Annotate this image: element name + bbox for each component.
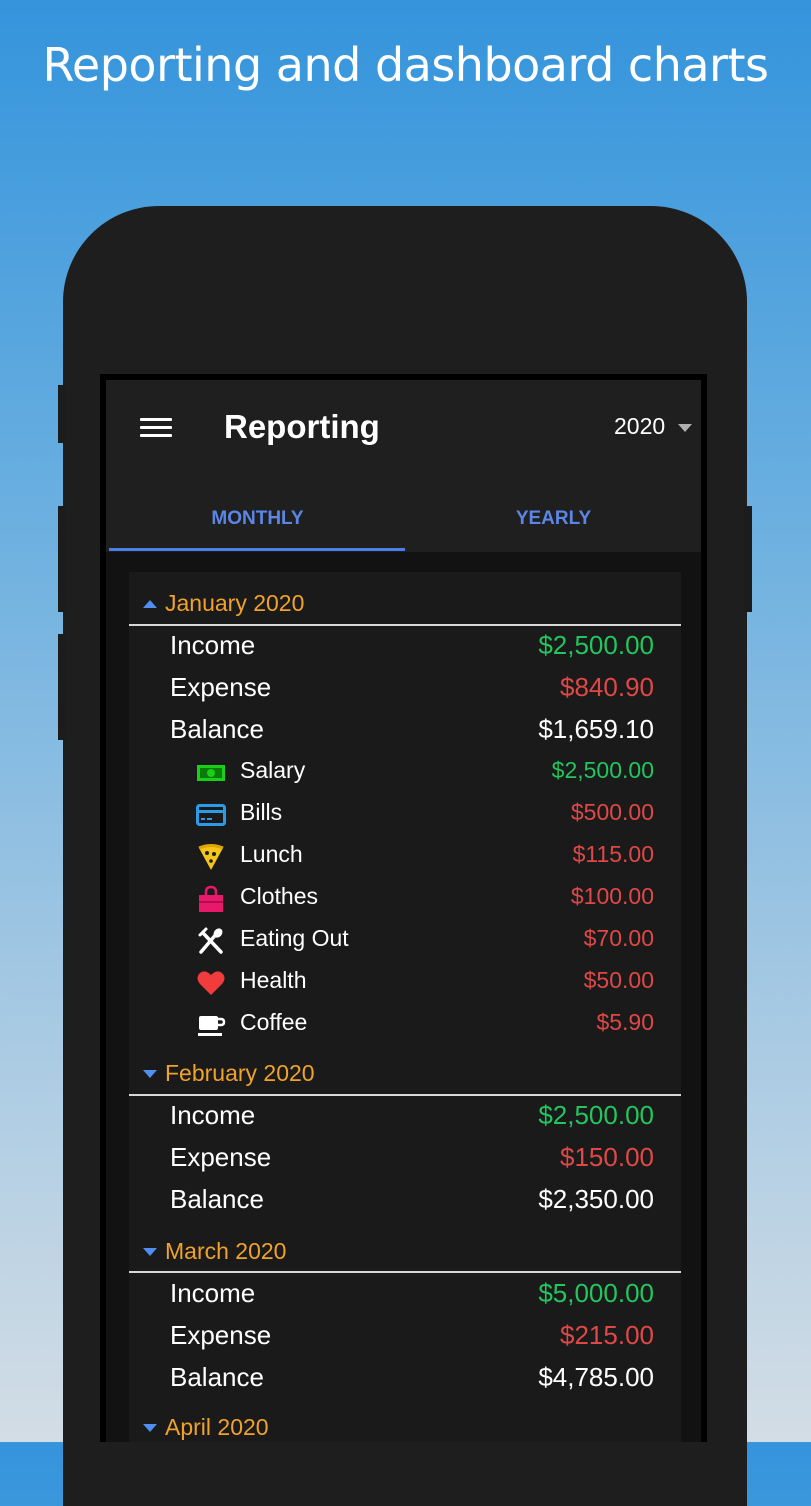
category-row-clothes[interactable]: Clothes $100.00	[129, 880, 681, 920]
phone-side-button-volume-down	[58, 634, 66, 740]
tab-monthly[interactable]: MONTHLY	[109, 508, 406, 530]
category-amount: $115.00	[572, 841, 654, 867]
promo-headline: Reporting and dashboard charts	[42, 38, 769, 92]
category-row-bills[interactable]: Bills $500.00	[129, 796, 681, 836]
phone-side-button-volume-up	[58, 506, 66, 612]
month-header-january[interactable]: January 2020	[129, 588, 681, 618]
phone-screen: Reporting 2020 MONTHLY YEARLY January 20…	[100, 374, 707, 1442]
income-value: $2,500.00	[538, 630, 654, 660]
month-label: February 2020	[165, 1060, 315, 1086]
expense-value: $150.00	[560, 1142, 654, 1172]
tab-yearly[interactable]: YEARLY	[405, 508, 701, 530]
category-label: Bills	[240, 799, 283, 825]
expense-row: Expense $840.90	[129, 670, 681, 710]
balance-value: $4,785.00	[538, 1362, 654, 1392]
category-label: Salary	[240, 757, 306, 783]
credit-card-icon	[196, 804, 226, 826]
expense-value: $840.90	[560, 672, 654, 702]
category-amount: $70.00	[583, 925, 654, 951]
category-amount: $500.00	[570, 799, 654, 825]
expand-triangle-icon[interactable]	[143, 1424, 157, 1432]
expand-triangle-icon[interactable]	[143, 1070, 157, 1078]
active-tab-indicator	[109, 548, 405, 551]
month-label: March 2020	[165, 1238, 287, 1264]
category-amount: $5.90	[596, 1009, 654, 1035]
balance-label: Balance	[170, 1184, 264, 1214]
income-value: $2,500.00	[538, 1100, 654, 1130]
app-screen: Reporting 2020 MONTHLY YEARLY January 20…	[106, 380, 701, 1442]
expense-label: Expense	[170, 1142, 272, 1172]
balance-row: Balance $4,785.00	[129, 1360, 681, 1400]
category-label: Eating Out	[240, 925, 349, 951]
phone-side-button-mute	[58, 385, 66, 443]
cash-icon	[197, 765, 225, 781]
category-label: Clothes	[240, 883, 318, 909]
balance-row: Balance $2,350.00	[129, 1182, 681, 1222]
month-label: April 2020	[165, 1414, 269, 1440]
divider	[129, 1094, 681, 1096]
income-row: Income $5,000.00	[129, 1276, 681, 1316]
income-row: Income $2,500.00	[129, 628, 681, 668]
heart-icon	[197, 971, 225, 995]
category-label: Lunch	[240, 841, 303, 867]
category-row-eating-out[interactable]: Eating Out $70.00	[129, 922, 681, 962]
fork-knife-icon	[198, 927, 223, 954]
category-amount: $100.00	[570, 883, 654, 909]
income-row: Income $2,500.00	[129, 1098, 681, 1138]
page-title: Reporting	[224, 408, 380, 445]
income-label: Income	[170, 630, 256, 660]
category-row-lunch[interactable]: Lunch $115.00	[129, 838, 681, 878]
balance-value: $2,350.00	[538, 1184, 654, 1214]
chevron-down-icon[interactable]	[678, 424, 692, 432]
income-label: Income	[170, 1278, 256, 1308]
hamburger-menu-icon[interactable]	[140, 416, 172, 440]
month-header-february[interactable]: February 2020	[129, 1058, 681, 1088]
category-label: Coffee	[240, 1009, 308, 1035]
collapse-triangle-icon[interactable]	[143, 600, 157, 608]
balance-row: Balance $1,659.10	[129, 712, 681, 752]
income-value: $5,000.00	[538, 1278, 654, 1308]
month-header-march[interactable]: March 2020	[129, 1236, 681, 1266]
report-list: January 2020 Income $2,500.00 Expense $8…	[129, 572, 681, 1442]
shopping-bag-icon	[199, 885, 223, 912]
expense-row: Expense $150.00	[129, 1140, 681, 1180]
category-row-health[interactable]: Health $50.00	[129, 964, 681, 1004]
phone-side-button-power	[744, 506, 752, 612]
coffee-cup-icon	[198, 1016, 226, 1036]
expense-row: Expense $215.00	[129, 1318, 681, 1358]
category-amount: $50.00	[583, 967, 654, 993]
expense-label: Expense	[170, 672, 272, 702]
divider	[129, 1271, 681, 1273]
expand-triangle-icon[interactable]	[143, 1248, 157, 1256]
pizza-icon	[198, 844, 224, 870]
category-label: Health	[240, 967, 307, 993]
category-amount: $2,500.00	[551, 757, 654, 783]
category-row-salary[interactable]: Salary $2,500.00	[129, 754, 681, 794]
month-header-april[interactable]: April 2020	[129, 1412, 681, 1442]
expense-label: Expense	[170, 1320, 272, 1350]
expense-value: $215.00	[560, 1320, 654, 1350]
balance-label: Balance	[170, 1362, 264, 1392]
month-label: January 2020	[165, 590, 305, 616]
income-label: Income	[170, 1100, 256, 1130]
balance-label: Balance	[170, 714, 264, 744]
balance-value: $1,659.10	[538, 714, 654, 744]
app-bar: Reporting 2020 MONTHLY YEARLY	[106, 380, 701, 552]
divider	[129, 624, 681, 626]
year-select[interactable]: 2020	[614, 413, 665, 440]
category-row-coffee[interactable]: Coffee $5.90	[129, 1006, 681, 1046]
